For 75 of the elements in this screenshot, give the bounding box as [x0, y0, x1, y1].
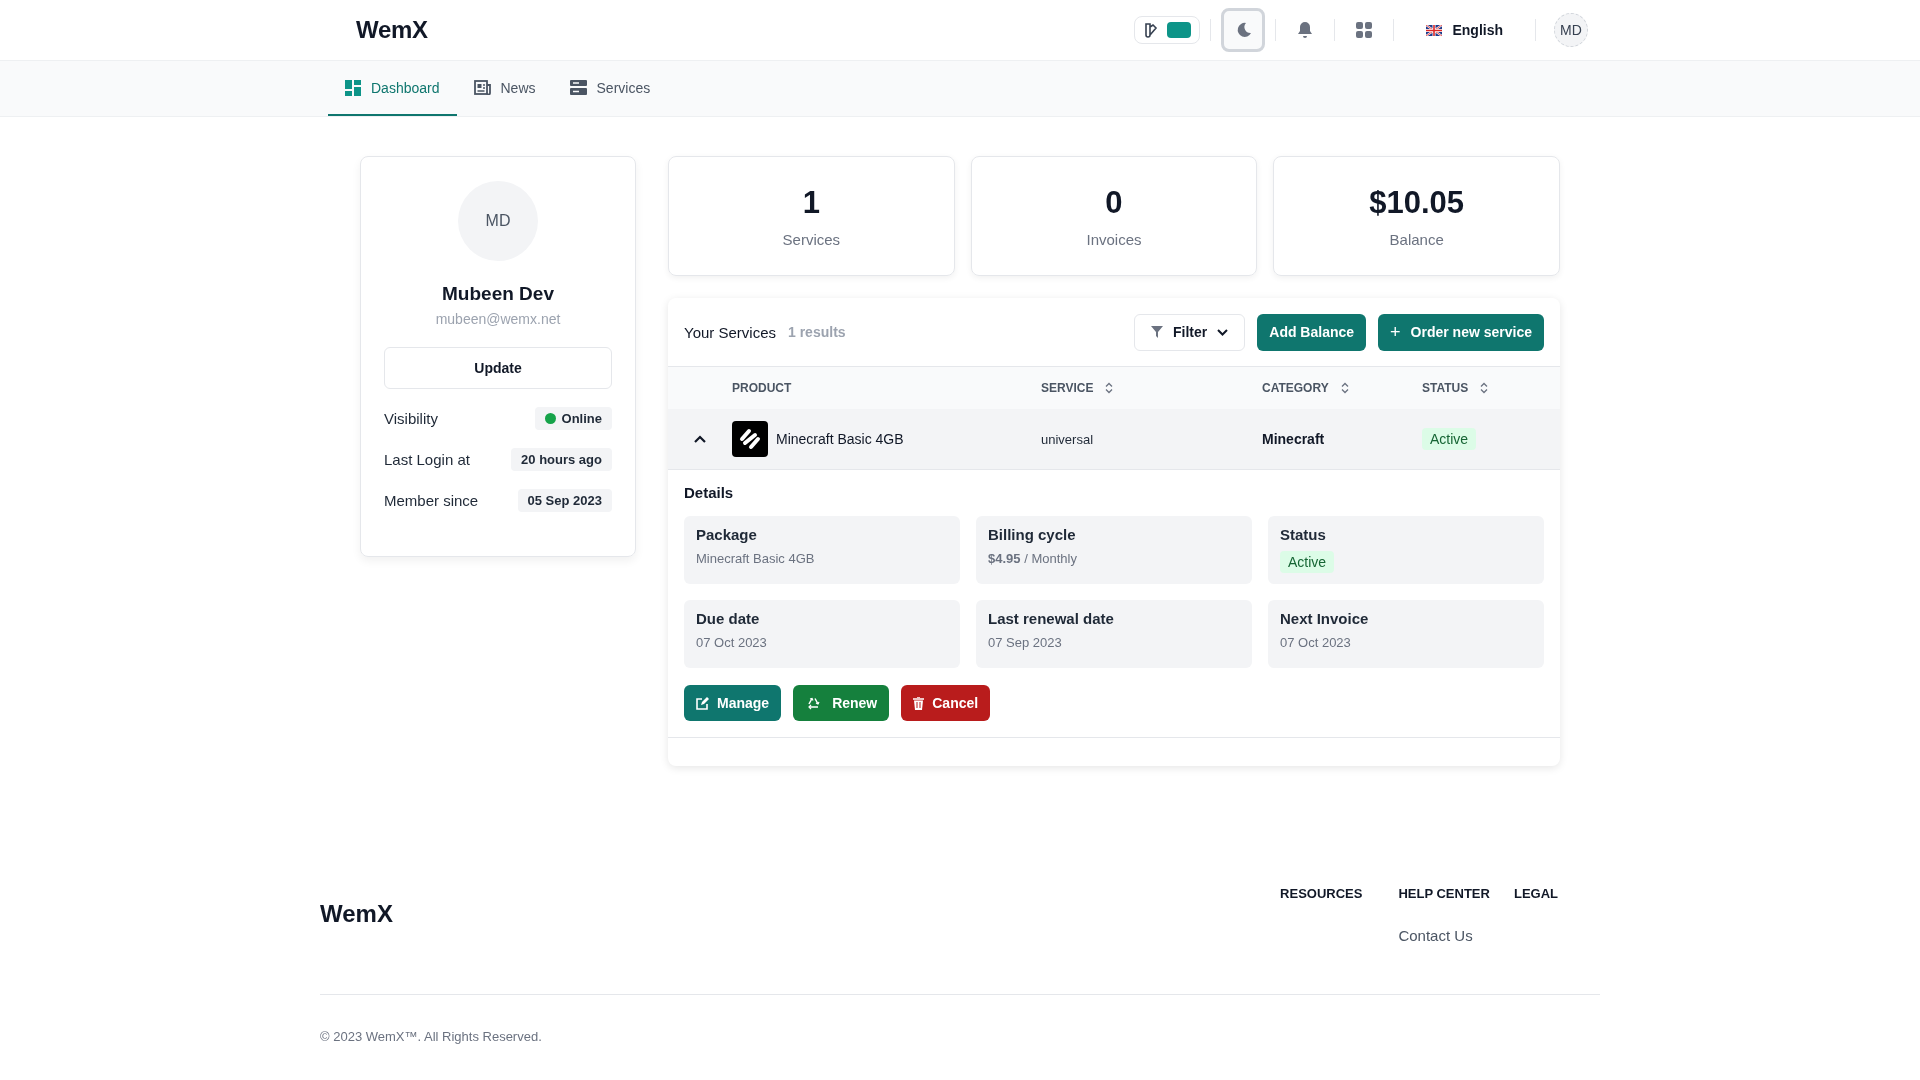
- copyright-text: © 2023 WemX™. All Rights Reserved.: [320, 1029, 543, 1044]
- detail-label: Billing cycle: [988, 526, 1077, 543]
- dashboard-icon: [345, 79, 361, 96]
- detail-value: Minecraft Basic 4GB: [696, 551, 816, 566]
- order-service-button[interactable]: + Order new service: [1378, 313, 1544, 351]
- table-cell-text: universal: [1041, 431, 1095, 447]
- nav-tab[interactable]: Dashboard: [328, 61, 457, 116]
- fact-label: Last Login at: [384, 451, 470, 468]
- add-balance-button[interactable]: Add Balance: [1257, 313, 1367, 351]
- trash-icon: [913, 696, 925, 710]
- detail-value: 07 Oct 2023: [696, 635, 768, 650]
- fact-value: 20 hours ago: [511, 448, 612, 471]
- detail-label: Due date: [696, 610, 761, 627]
- sort-icon: [1105, 382, 1114, 394]
- detail-label: Status: [1280, 526, 1327, 543]
- filter-button[interactable]: Filter: [1134, 313, 1246, 351]
- stat-label: Services: [782, 230, 841, 248]
- dark-mode-button[interactable]: [1221, 8, 1266, 52]
- edit-icon: [696, 696, 709, 710]
- user-email: mubeen@wemx.net: [435, 311, 561, 327]
- footer-heading: HELP CENTER: [1398, 886, 1490, 901]
- footer-link[interactable]: Contact Us: [1398, 927, 1490, 944]
- fact-label: Visibility: [384, 410, 438, 427]
- chevron-up-icon: [694, 435, 706, 443]
- detail-value: $4.95 / Monthly: [988, 551, 1078, 566]
- details-title: Details: [684, 484, 735, 501]
- sort-icon: [1480, 382, 1489, 394]
- product-name: Minecraft Basic 4GB: [776, 431, 904, 447]
- update-button[interactable]: Update: [384, 347, 612, 389]
- newspaper-icon: [473, 80, 491, 95]
- column-header[interactable]: PRODUCT: [732, 381, 1041, 395]
- user-name: Mubeen Dev: [442, 283, 554, 305]
- sort-icon: [1340, 382, 1349, 394]
- column-header[interactable]: CATEGORY: [1262, 381, 1422, 395]
- funnel-icon: [1151, 326, 1164, 338]
- stat-value: 1: [802, 184, 820, 221]
- fact-value: 05 Sep 2023: [517, 489, 612, 512]
- language-selector[interactable]: English: [1404, 16, 1525, 44]
- manage-button[interactable]: Manage: [684, 685, 782, 721]
- stat-label: Balance: [1389, 230, 1444, 248]
- nav-tab[interactable]: Services: [552, 61, 668, 116]
- status-badge: Active: [1422, 428, 1477, 450]
- flag-icon: [1426, 24, 1443, 36]
- grid-icon: [1355, 21, 1374, 39]
- renew-button[interactable]: Renew: [793, 685, 890, 721]
- detail-value: 07 Sep 2023: [988, 635, 1063, 650]
- cancel-button[interactable]: Cancel: [901, 685, 991, 721]
- server-icon: [569, 80, 587, 95]
- avatar: MD: [458, 181, 538, 261]
- column-header[interactable]: SERVICE: [1041, 381, 1262, 395]
- detail-value: 07 Oct 2023: [1280, 635, 1352, 650]
- recycle-icon: [807, 696, 821, 710]
- footer-heading: LEGAL: [1513, 886, 1558, 901]
- result-count: 1 results: [788, 324, 846, 340]
- stat-value: 0: [1105, 184, 1123, 221]
- footer-logo[interactable]: WemX: [320, 900, 393, 928]
- status-badge: Active: [1280, 551, 1335, 573]
- chevron-down-icon: [1217, 328, 1229, 336]
- theme-toggle[interactable]: [1134, 16, 1201, 44]
- logo[interactable]: WemX: [356, 16, 428, 44]
- detail-label: Package: [696, 526, 758, 543]
- column-header[interactable]: STATUS: [1422, 381, 1560, 395]
- nav-tab[interactable]: News: [456, 61, 553, 116]
- stat-label: Invoices: [1086, 230, 1142, 248]
- product-logo-icon: [732, 421, 768, 457]
- footer-heading: RESOURCES: [1280, 886, 1363, 901]
- fact-label: Member since: [384, 492, 479, 509]
- stat-value: $10.05: [1369, 184, 1465, 221]
- panel-title: Your Services: [684, 323, 776, 341]
- detail-label: Last renewal date: [988, 610, 1115, 627]
- detail-label: Next Invoice: [1280, 610, 1370, 627]
- status-chip: Online: [534, 407, 612, 430]
- table-cell-text: Minecraft: [1262, 431, 1326, 447]
- bell-icon: [1296, 21, 1315, 39]
- user-avatar[interactable]: MD: [1554, 13, 1588, 47]
